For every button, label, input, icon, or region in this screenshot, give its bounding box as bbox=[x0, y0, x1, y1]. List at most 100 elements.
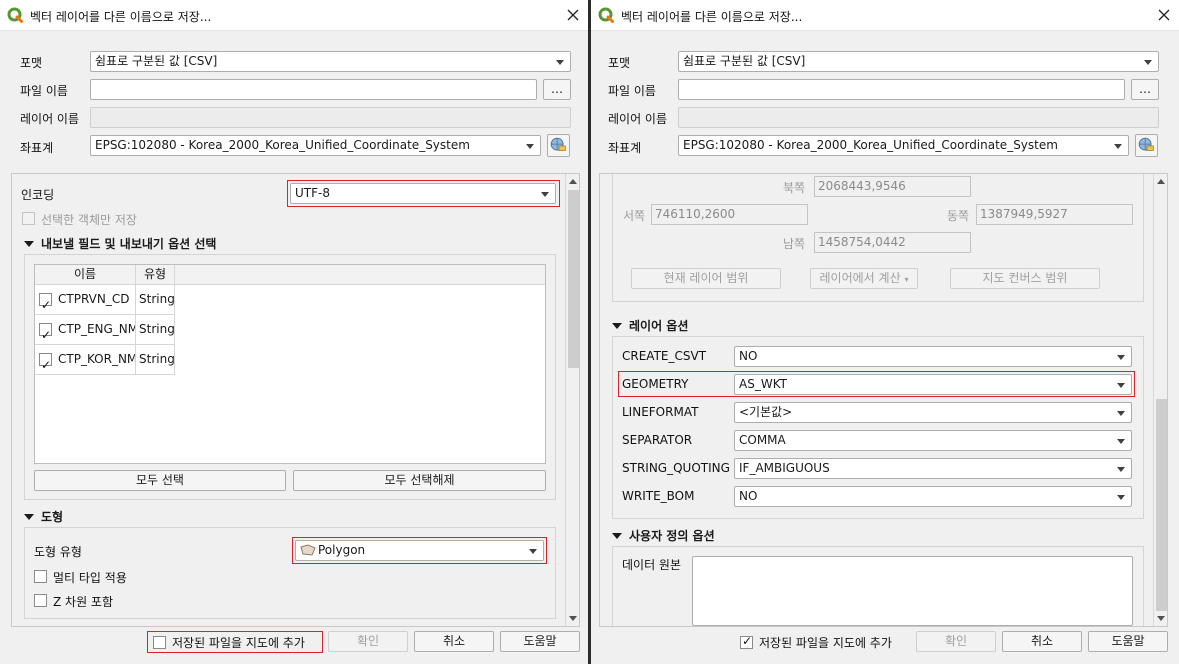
title-bar: 벡터 레이어를 다른 이름으로 저장... bbox=[591, 0, 1179, 31]
crs-select[interactable]: EPSG:102080 - Korea_2000_Korea_Unified_C… bbox=[678, 135, 1129, 156]
scroll-down-arrow-icon[interactable] bbox=[1154, 611, 1167, 626]
data-source-textarea[interactable] bbox=[692, 556, 1133, 626]
custom-options-title: 사용자 정의 옵션 bbox=[629, 529, 715, 543]
field-name-cell[interactable]: CTP_KOR_NM bbox=[35, 345, 136, 375]
field-checkbox[interactable] bbox=[39, 351, 52, 374]
add-to-map-label: 저장된 파일을 지도에 추가 bbox=[172, 636, 305, 650]
chevron-down-icon bbox=[1117, 495, 1125, 500]
chevron-down-icon bbox=[1114, 144, 1122, 149]
format-value: 쉼표로 구분된 값 [CSV] bbox=[683, 54, 806, 68]
geometry-type-select[interactable]: Polygon bbox=[295, 540, 544, 561]
browse-button[interactable]: … bbox=[543, 79, 571, 100]
qgis-logo-icon bbox=[7, 7, 23, 23]
help-button[interactable]: 도움말 bbox=[500, 631, 580, 652]
column-header-name[interactable]: 이름 bbox=[35, 265, 136, 285]
selected-only-label: 선택한 객체만 저장 bbox=[41, 213, 137, 227]
option-value-select[interactable]: NO bbox=[734, 486, 1132, 507]
calc-from-layer-label: 레이어에서 계산 bbox=[819, 271, 901, 285]
option-key: SEPARATOR bbox=[622, 433, 693, 447]
geometry-section-title: 도형 bbox=[41, 510, 64, 524]
selected-only-checkbox bbox=[22, 212, 35, 225]
help-button[interactable]: 도움말 bbox=[1088, 631, 1168, 652]
chevron-down-icon bbox=[1117, 439, 1125, 444]
calc-from-layer-button: 레이어에서 계산 ▾ bbox=[810, 268, 918, 289]
add-to-map-checkbox[interactable] bbox=[740, 634, 753, 649]
encoding-value: UTF-8 bbox=[295, 186, 330, 200]
option-value-select[interactable]: AS_WKT bbox=[734, 374, 1132, 395]
add-to-map-checkbox[interactable] bbox=[153, 636, 166, 649]
encoding-select[interactable]: UTF-8 bbox=[290, 183, 556, 204]
filename-label: 파일 이름 bbox=[20, 84, 68, 98]
format-select[interactable]: 쉼표로 구분된 값 [CSV] bbox=[678, 51, 1159, 72]
geometry-type-label: 도형 유형 bbox=[34, 545, 82, 559]
z-dimension-checkbox[interactable] bbox=[34, 594, 47, 607]
filename-input[interactable] bbox=[678, 79, 1125, 100]
encoding-label: 인코딩 bbox=[21, 188, 55, 202]
close-icon[interactable] bbox=[564, 6, 582, 24]
collapse-triangle-icon bbox=[24, 514, 34, 520]
extent-group: 북쪽 2068443,9546 서쪽 746110,2600 동쪽 138794… bbox=[612, 174, 1144, 302]
column-header-type[interactable]: 유형 bbox=[136, 265, 175, 285]
option-value-select[interactable]: NO bbox=[734, 346, 1132, 367]
browse-button[interactable]: … bbox=[1131, 79, 1159, 100]
field-name-cell[interactable]: CTPRVN_CD bbox=[35, 285, 136, 315]
crs-picker-button[interactable] bbox=[547, 134, 570, 157]
collapse-triangle-icon bbox=[612, 323, 622, 329]
option-value-select[interactable]: IF_AMBIGUOUS bbox=[734, 458, 1132, 479]
option-value-select[interactable]: <기본값> bbox=[734, 402, 1132, 423]
vertical-scrollbar[interactable] bbox=[1153, 174, 1167, 626]
scrollbar-thumb[interactable] bbox=[1156, 399, 1167, 611]
multi-type-checkbox[interactable] bbox=[34, 570, 47, 583]
title-bar: 벡터 레이어를 다른 이름으로 저장... bbox=[0, 0, 588, 31]
ok-button[interactable]: 확인 bbox=[328, 631, 408, 652]
crs-picker-button[interactable] bbox=[1135, 134, 1158, 157]
geometry-section-header[interactable]: 도형 bbox=[24, 508, 63, 525]
field-checkbox[interactable] bbox=[39, 321, 52, 344]
chevron-down-icon bbox=[1117, 411, 1125, 416]
custom-options-group: 데이터 원본 bbox=[612, 546, 1144, 626]
field-name: CTPRVN_CD bbox=[58, 292, 130, 306]
close-icon[interactable] bbox=[1155, 6, 1173, 24]
option-value: IF_AMBIGUOUS bbox=[739, 461, 830, 475]
layer-options-title: 레이어 옵션 bbox=[629, 319, 689, 333]
chevron-down-icon: ▾ bbox=[904, 275, 909, 284]
current-layer-extent-button: 현재 레이어 범위 bbox=[631, 268, 781, 289]
scroll-up-arrow-icon[interactable] bbox=[566, 174, 579, 189]
scrollbar-thumb[interactable] bbox=[568, 190, 579, 368]
deselect-all-button[interactable]: 모두 선택해제 bbox=[293, 470, 546, 491]
layer-options-header[interactable]: 레이어 옵션 bbox=[612, 317, 688, 334]
chevron-down-icon bbox=[1117, 467, 1125, 472]
crs-label: 좌표계 bbox=[20, 141, 54, 155]
chevron-down-icon bbox=[556, 60, 564, 65]
field-checkbox[interactable] bbox=[39, 291, 52, 314]
option-key: CREATE_CSVT bbox=[622, 349, 707, 363]
crs-select[interactable]: EPSG:102080 - Korea_2000_Korea_Unified_C… bbox=[90, 135, 541, 156]
layername-input bbox=[678, 107, 1159, 128]
scroll-up-arrow-icon[interactable] bbox=[1154, 174, 1167, 189]
option-value-select[interactable]: COMMA bbox=[734, 430, 1132, 451]
fields-section-title: 내보낼 필드 및 내보내기 옵션 선택 bbox=[41, 237, 217, 251]
field-name-cell[interactable]: CTP_ENG_NM bbox=[35, 315, 136, 345]
ok-button[interactable]: 확인 bbox=[916, 631, 996, 652]
crs-label: 좌표계 bbox=[608, 141, 642, 155]
select-all-button[interactable]: 모두 선택 bbox=[34, 470, 286, 491]
format-label: 포맷 bbox=[20, 56, 43, 70]
geometry-group: 도형 유형 Polygon 멀티 타입 적용 Z 차원 포함 bbox=[24, 527, 556, 619]
east-label: 동쪽 bbox=[947, 209, 970, 223]
data-source-label: 데이터 원본 bbox=[622, 558, 682, 572]
layername-label: 레이어 이름 bbox=[608, 112, 668, 126]
fields-group: 이름 유형 CTPRVN_CD String CTP_ENG_NM String bbox=[24, 254, 556, 500]
chevron-down-icon bbox=[1117, 383, 1125, 388]
custom-options-header[interactable]: 사용자 정의 옵션 bbox=[612, 527, 715, 544]
cancel-button[interactable]: 취소 bbox=[414, 631, 494, 652]
chevron-down-icon bbox=[541, 192, 549, 197]
add-to-map-label: 저장된 파일을 지도에 추가 bbox=[759, 636, 892, 650]
fields-section-header[interactable]: 내보낼 필드 및 내보내기 옵션 선택 bbox=[24, 235, 216, 252]
collapse-triangle-icon bbox=[612, 533, 622, 539]
vertical-scrollbar[interactable] bbox=[565, 174, 579, 626]
filename-input[interactable] bbox=[90, 79, 537, 100]
west-value-field: 746110,2600 bbox=[651, 204, 808, 225]
format-select[interactable]: 쉼표로 구분된 값 [CSV] bbox=[90, 51, 571, 72]
cancel-button[interactable]: 취소 bbox=[1002, 631, 1082, 652]
scroll-down-arrow-icon[interactable] bbox=[566, 611, 579, 626]
